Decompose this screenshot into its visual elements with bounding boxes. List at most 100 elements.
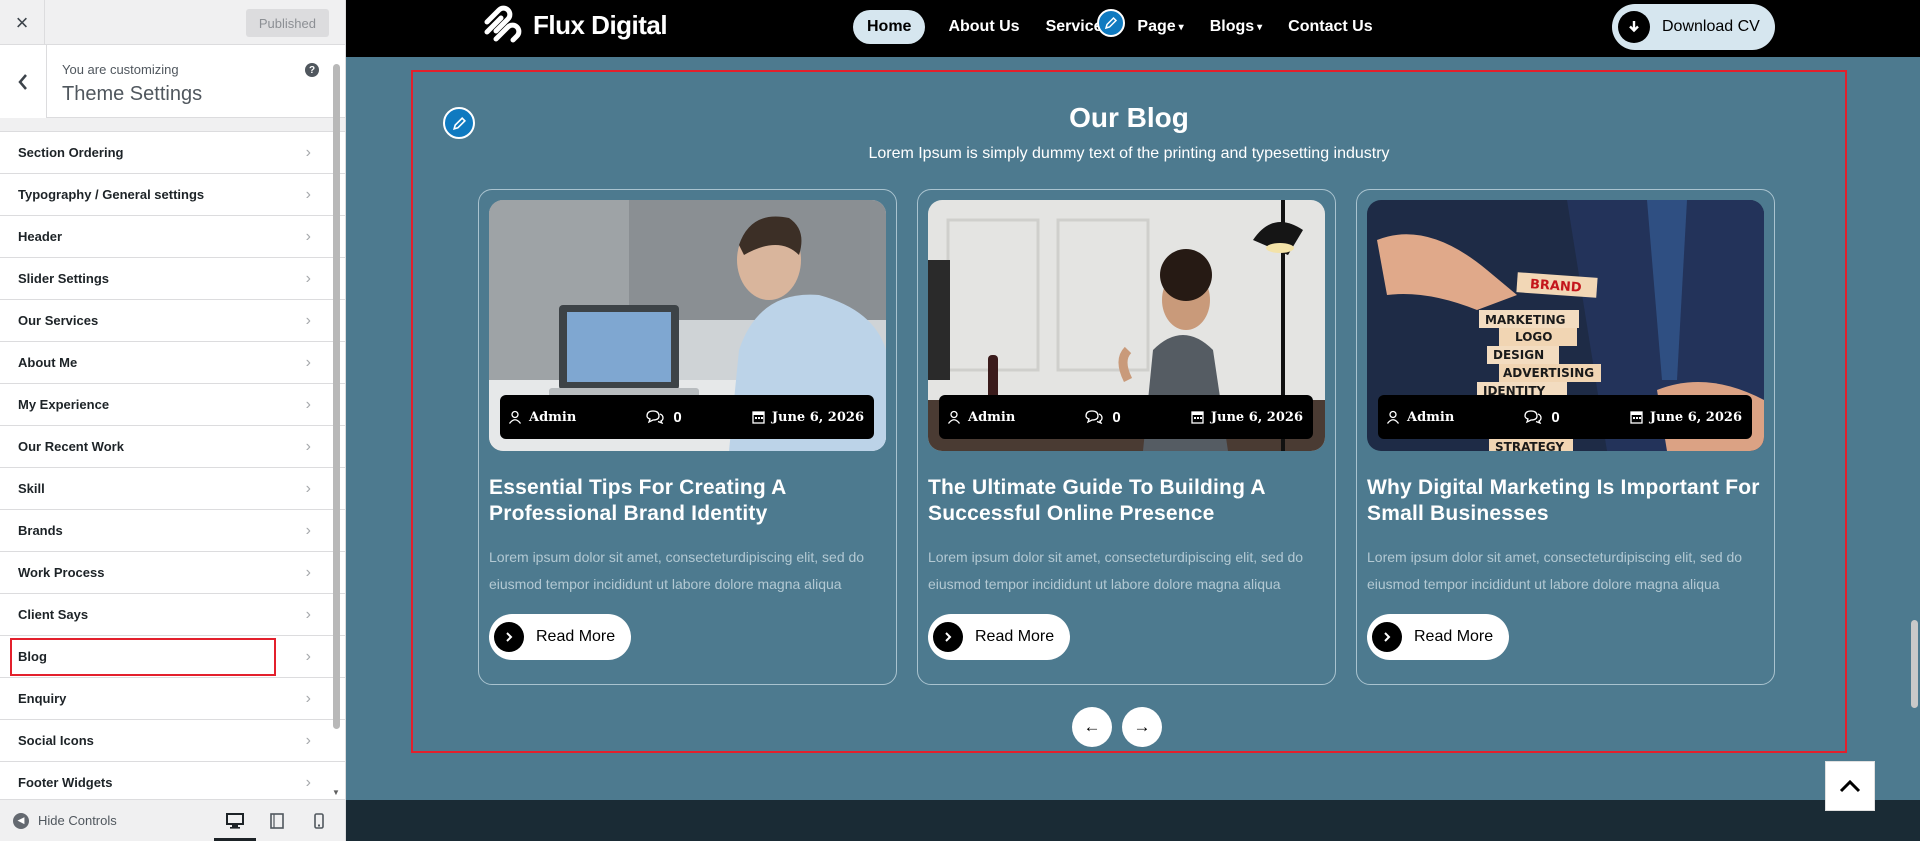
read-more-button[interactable]: Read More xyxy=(1367,614,1509,660)
blog-card-title[interactable]: Essential Tips For Creating A Profession… xyxy=(489,475,889,527)
section-item-label: Enquiry xyxy=(18,691,67,706)
blog-card-meta: Admin 0 June 6, 2026 xyxy=(500,395,874,439)
chevron-right-icon: › xyxy=(305,311,311,329)
chevron-right-icon: › xyxy=(305,227,311,245)
chevron-right-icon: › xyxy=(305,269,311,287)
chevron-down-icon: ▾ xyxy=(1257,21,1263,33)
section-item-skill[interactable]: Skill › xyxy=(0,468,345,510)
scrollbar-thumb[interactable] xyxy=(333,64,340,729)
download-cv-button[interactable]: Download CV xyxy=(1612,4,1775,50)
section-item-label: Client Says xyxy=(18,607,89,622)
section-item-work-process[interactable]: Work Process › xyxy=(0,552,345,594)
section-item-blog[interactable]: Blog › xyxy=(0,636,345,678)
scroll-to-top-button[interactable] xyxy=(1825,761,1875,811)
section-item-header[interactable]: Header › xyxy=(0,216,345,258)
section-item-footer-widgets[interactable]: Footer Widgets › xyxy=(0,762,345,804)
menu-item-label: Blogs xyxy=(1209,18,1255,35)
blog-card: Admin 0 June 6, 2026 Essential Tips For … xyxy=(478,189,897,685)
post-author[interactable]: Admin xyxy=(1386,410,1454,425)
pencil-icon xyxy=(1104,16,1118,30)
read-more-button[interactable]: Read More xyxy=(489,614,631,660)
section-item-label: Work Process xyxy=(18,565,105,580)
mobile-icon xyxy=(314,813,324,829)
section-item-section-ordering[interactable]: Section Ordering › xyxy=(0,132,345,174)
section-item-typography[interactable]: Typography / General settings › xyxy=(0,174,345,216)
blog-card-title[interactable]: Why Digital Marketing Is Important For S… xyxy=(1367,475,1767,527)
scrollbar-thumb[interactable] xyxy=(1911,620,1918,708)
section-item-label: Blog xyxy=(18,649,47,664)
post-date: June 6, 2026 xyxy=(1191,410,1303,425)
menu-item-label: Page xyxy=(1137,18,1176,35)
tablet-preview-button[interactable] xyxy=(256,800,298,841)
section-item-our-recent-work[interactable]: Our Recent Work › xyxy=(0,426,345,468)
slider-prev-button[interactable]: ← xyxy=(1072,707,1112,747)
active-section-highlight xyxy=(10,638,276,676)
customizer-sidebar: × Published You are customizing Theme Se… xyxy=(0,0,346,841)
chevron-right-icon xyxy=(494,622,524,652)
post-comments-count: 0 xyxy=(1112,408,1121,426)
section-item-enquiry[interactable]: Enquiry › xyxy=(0,678,345,720)
hide-controls-button[interactable]: ◀ Hide Controls xyxy=(0,812,117,829)
published-button[interactable]: Published xyxy=(245,9,329,37)
help-icon[interactable]: ? xyxy=(305,63,319,77)
section-item-label: Header xyxy=(18,229,63,244)
comments-icon xyxy=(646,410,665,424)
section-item-client-says[interactable]: Client Says › xyxy=(0,594,345,636)
close-customizer-button[interactable]: × xyxy=(0,0,45,45)
read-more-button[interactable]: Read More xyxy=(928,614,1070,660)
section-item-my-experience[interactable]: My Experience › xyxy=(0,384,345,426)
read-more-label: Read More xyxy=(975,628,1055,645)
desktop-icon xyxy=(226,813,244,829)
section-item-about-me[interactable]: About Me › xyxy=(0,342,345,384)
post-author[interactable]: Admin xyxy=(947,410,1015,425)
section-item-label: My Experience xyxy=(18,397,110,412)
post-author-label: Admin xyxy=(529,409,577,425)
blog-card-excerpt: Lorem ipsum dolor sit amet, consecteturd… xyxy=(928,549,1304,592)
menu-item-contact-us[interactable]: Contact Us xyxy=(1275,10,1385,44)
section-item-label: Slider Settings xyxy=(18,271,110,286)
customizer-spacer xyxy=(0,118,345,132)
mobile-preview-button[interactable] xyxy=(298,800,340,841)
menu-item-home[interactable]: Home xyxy=(853,10,926,44)
slider-next-button[interactable]: → xyxy=(1122,707,1162,747)
image-word-advertising: ADVERTISING xyxy=(1503,366,1594,380)
read-more-label: Read More xyxy=(536,628,616,645)
section-item-label: Section Ordering xyxy=(18,145,124,160)
section-item-our-services[interactable]: Our Services › xyxy=(0,300,345,342)
menu-item-blogs[interactable]: Blogs ▾ xyxy=(1197,10,1275,44)
menu-item-label: Home xyxy=(867,18,912,35)
site-preview: Flux Digital Home About Us Services Page… xyxy=(346,0,1920,841)
post-author[interactable]: Admin xyxy=(508,410,576,425)
blog-card-meta: Admin 0 June 6, 2026 xyxy=(939,395,1313,439)
post-comments-count: 0 xyxy=(673,408,682,426)
customizer-section-list: Section Ordering › Typography / General s… xyxy=(0,132,345,804)
menu-item-page[interactable]: Page ▾ xyxy=(1124,10,1196,44)
image-word-logo: LOGO xyxy=(1515,330,1552,344)
post-date: June 6, 2026 xyxy=(752,410,864,425)
post-date-label: June 6, 2026 xyxy=(1210,409,1303,425)
section-item-slider-settings[interactable]: Slider Settings › xyxy=(0,258,345,300)
preview-scrollbar[interactable] xyxy=(1909,0,1920,841)
section-item-social-icons[interactable]: Social Icons › xyxy=(0,720,345,762)
calendar-icon xyxy=(1191,411,1204,424)
menu-item-about-us[interactable]: About Us xyxy=(935,10,1032,44)
back-button[interactable] xyxy=(0,45,47,118)
comments-icon xyxy=(1524,410,1543,424)
customizer-scrollbar[interactable]: ▼ xyxy=(331,60,340,797)
blog-section: Our Blog Lorem Ipsum is simply dummy tex… xyxy=(411,70,1847,753)
edit-shortcut-button[interactable] xyxy=(1097,9,1125,37)
blog-card-title[interactable]: The Ultimate Guide To Building A Success… xyxy=(928,475,1328,527)
chevron-up-icon xyxy=(1839,779,1861,793)
site-logo[interactable]: Flux Digital xyxy=(479,0,668,50)
post-author-label: Admin xyxy=(1407,409,1455,425)
image-word-design: DESIGN xyxy=(1493,348,1544,362)
scroll-down-arrow-icon[interactable]: ▼ xyxy=(332,788,340,797)
user-icon xyxy=(1386,410,1400,424)
collapse-icon: ◀ xyxy=(13,812,29,829)
post-comments[interactable]: 0 xyxy=(1085,408,1121,426)
download-cv-label: Download CV xyxy=(1662,18,1760,35)
post-comments[interactable]: 0 xyxy=(646,408,682,426)
section-item-brands[interactable]: Brands › xyxy=(0,510,345,552)
desktop-preview-button[interactable] xyxy=(214,800,256,841)
post-comments[interactable]: 0 xyxy=(1524,409,1560,426)
